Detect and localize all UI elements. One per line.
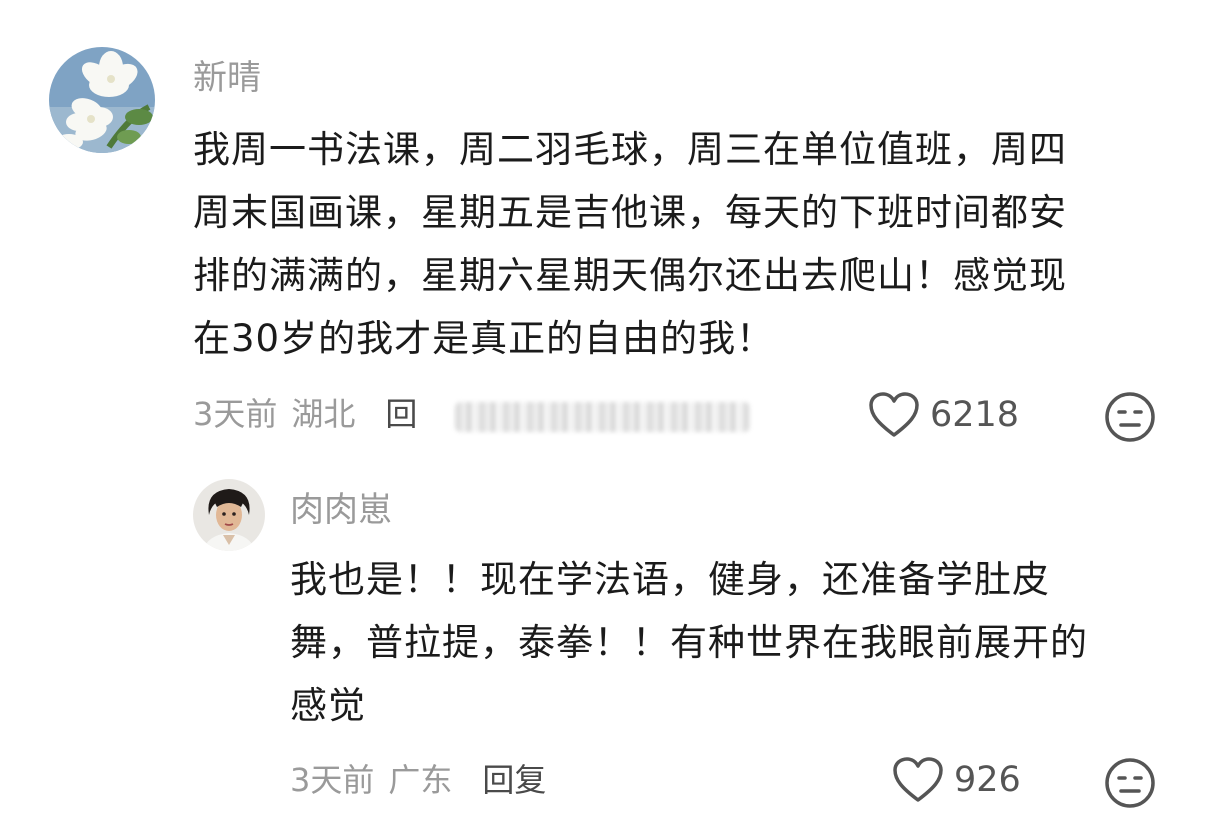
comment-text: 我周一书法课，周二羽毛球，周三在单位值班，周四 周末国画课，星期五是吉他课，每天…	[193, 118, 1067, 370]
neutral-face-icon	[1105, 758, 1155, 808]
comment-line: 在30岁的我才是真正的自由的我！	[193, 317, 775, 360]
comment-thread: 新晴 我周一书法课，周二羽毛球，周三在单位值班，周四 周末国画课，星期五是吉他课…	[0, 0, 1206, 829]
timestamp: 3天前	[290, 761, 375, 799]
comment-line: 周末国画课，星期五是吉他课，每天的下班时间都安	[193, 191, 1067, 234]
username[interactable]: 新晴	[193, 58, 261, 98]
like-button[interactable]: 6218	[868, 391, 1019, 439]
heart-outline-icon	[869, 392, 919, 437]
comment-meta: 3天前 广东 回复	[290, 760, 546, 800]
blurred-replies-preview	[455, 402, 750, 432]
comment-meta: 3天前 湖北回	[193, 394, 417, 434]
avatar[interactable]	[193, 479, 265, 551]
comment-line: 排的满满的，星期六星期天偶尔还出去爬山！感觉现	[193, 254, 1067, 297]
emoji-reaction-button[interactable]	[1104, 391, 1156, 447]
like-button[interactable]: 926	[892, 756, 1021, 804]
location: 广东	[388, 761, 453, 799]
location: 湖北	[291, 395, 356, 433]
comment-line: 舞，普拉提，泰拳！！有种世界在我眼前展开的	[290, 621, 1088, 664]
avatar[interactable]	[49, 47, 155, 153]
comment-line: 感觉	[290, 684, 366, 727]
comment-text: 我也是！！现在学法语，健身，还准备学肚皮 舞，普拉提，泰拳！！有种世界在我眼前展…	[290, 548, 1088, 737]
like-count: 6218	[930, 395, 1020, 435]
white-flower-avatar-icon	[49, 47, 155, 153]
woman-portrait-avatar-icon	[193, 479, 265, 551]
comment-line: 我也是！！现在学法语，健身，还准备学肚皮	[290, 558, 1050, 601]
like-count: 926	[954, 760, 1021, 800]
username[interactable]: 肉肉崽	[290, 490, 392, 530]
emoji-reaction-button[interactable]	[1104, 757, 1156, 813]
reply-button[interactable]: 回复	[482, 761, 546, 799]
neutral-face-icon	[1105, 392, 1155, 442]
reply-button[interactable]: 回	[385, 395, 417, 433]
timestamp: 3天前	[193, 395, 278, 433]
comment-line: 我周一书法课，周二羽毛球，周三在单位值班，周四	[193, 128, 1067, 171]
heart-outline-icon	[893, 757, 943, 802]
